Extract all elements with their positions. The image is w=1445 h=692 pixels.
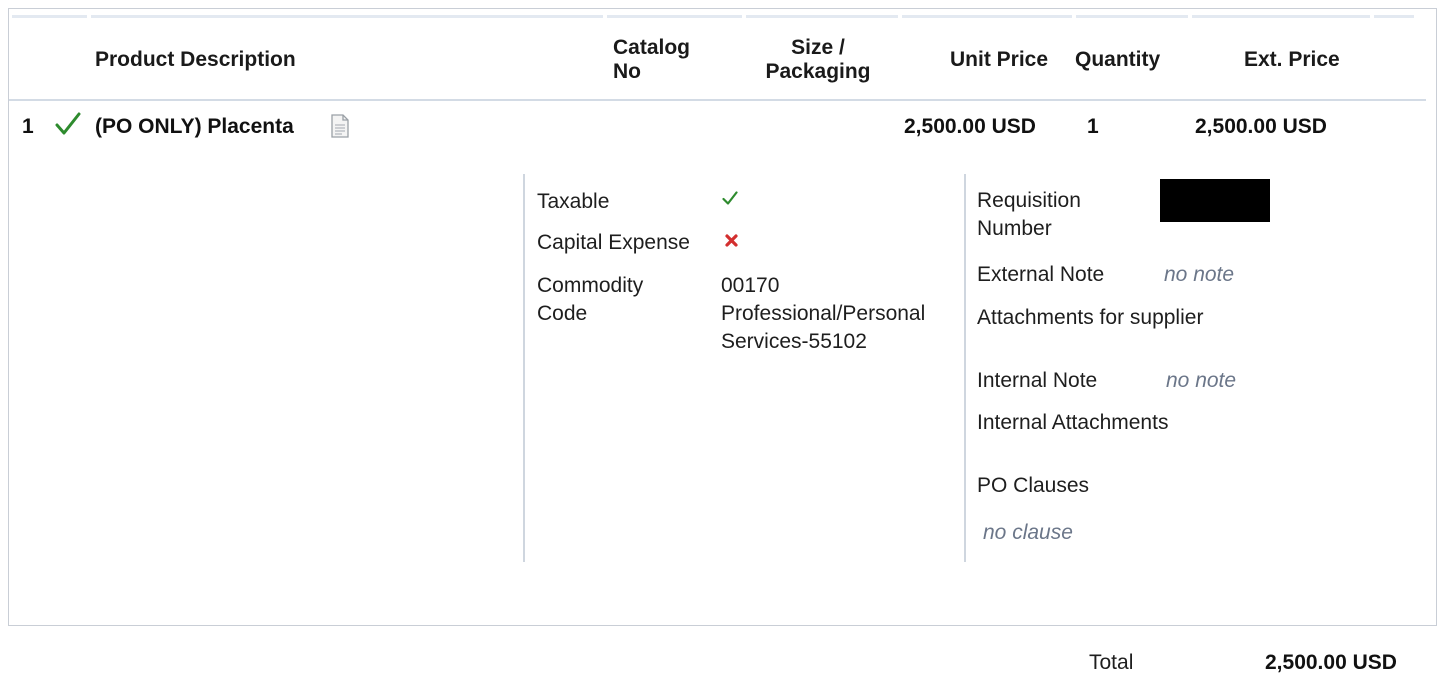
external-note-label: External Note — [977, 263, 1105, 286]
commodity-code-label-line2: Code — [537, 302, 588, 325]
header-catalog-no-line2: No — [613, 60, 641, 83]
requisition-number-redacted — [1160, 179, 1270, 222]
total-label: Total — [1089, 651, 1134, 674]
requisition-number-label-line2: Number — [977, 217, 1052, 240]
row-unit-price: 2,500.00 USD — [904, 115, 1036, 138]
commodity-code-value-line3: Services-55102 — [721, 330, 867, 353]
row-quantity: 1 — [1087, 115, 1099, 138]
row-product-description[interactable]: (PO ONLY) Placenta — [95, 114, 294, 140]
external-note-value[interactable]: no note — [1164, 261, 1234, 289]
internal-note-label: Internal Note — [977, 369, 1098, 392]
po-clauses-value: no clause — [983, 521, 1073, 544]
row-line-number: 1 — [22, 115, 34, 138]
header-top-strip — [12, 15, 1418, 18]
taxable-check-icon — [722, 191, 738, 205]
header-catalog-no-line1: Catalog — [613, 36, 691, 59]
requisition-number-label: Requisition Number — [977, 187, 1081, 243]
document-icon[interactable] — [330, 114, 350, 138]
header-product-description[interactable]: Product Description — [95, 48, 296, 72]
header-divider — [9, 99, 1426, 101]
attachments-supplier-label: Attachments for supplier — [977, 306, 1204, 329]
checkmark-icon — [55, 112, 81, 135]
header-quantity[interactable]: Quantity — [1075, 48, 1160, 72]
header-size-line2: Packaging — [765, 60, 871, 83]
commodity-code-value-line2: Professional/Personal — [721, 302, 926, 325]
details-middle-separator — [964, 174, 966, 562]
taxable-label: Taxable — [537, 190, 610, 213]
requisition-number-label-line1: Requisition — [977, 189, 1081, 212]
header-unit-price[interactable]: Unit Price — [950, 48, 1048, 72]
internal-attachments-label: Internal Attachments — [977, 411, 1169, 434]
x-icon — [725, 234, 738, 247]
header-ext-price[interactable]: Ext. Price — [1244, 48, 1340, 72]
commodity-code-value: 00170 Professional/Personal Services-551… — [721, 272, 925, 356]
capital-expense-label: Capital Expense — [537, 231, 690, 254]
commodity-code-value-line1: 00170 — [721, 274, 780, 297]
po-clauses-label: PO Clauses — [977, 474, 1090, 497]
total-value: 2,500.00 USD — [1265, 651, 1397, 674]
commodity-code-label: Commodity Code — [537, 272, 643, 328]
row-ext-price: 2,500.00 USD — [1195, 115, 1327, 138]
commodity-code-label-line1: Commodity — [537, 274, 644, 297]
header-catalog-no[interactable]: Catalog No — [613, 36, 703, 84]
details-left-separator — [523, 174, 525, 562]
internal-note-value[interactable]: no note — [1166, 367, 1236, 395]
header-size-packaging[interactable]: Size / Packaging — [758, 36, 878, 84]
header-size-line1: Size / — [791, 36, 845, 59]
